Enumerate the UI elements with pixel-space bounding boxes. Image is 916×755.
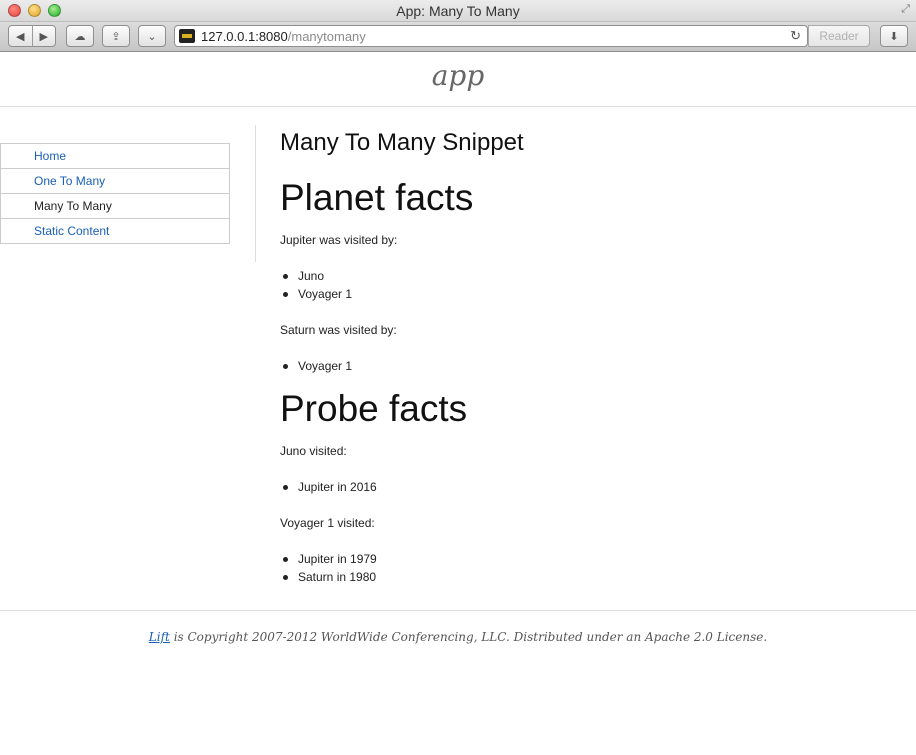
fullscreen-icon[interactable]: ⤢ [901, 3, 910, 16]
jupiter-visitors-list: Juno Voyager 1 [280, 267, 900, 303]
window-title: App: Many To Many [396, 3, 520, 19]
juno-visits-list: Jupiter in 2016 [280, 478, 900, 496]
reader-button[interactable]: Reader [808, 25, 870, 47]
browser-toolbar: ◀ ▶ ☁ ⇪ ⌄ 127.0.0.1:8080 /manytomany ↻ R… [0, 22, 916, 52]
list-item: Jupiter in 2016 [280, 478, 900, 496]
cloud-icon[interactable]: ☁ [66, 25, 94, 47]
share-icon[interactable]: ⇪ [102, 25, 130, 47]
jupiter-visited-label: Jupiter was visited by: [280, 233, 398, 247]
probe-facts-heading: Probe facts [280, 388, 468, 429]
list-item: Voyager 1 [280, 285, 900, 303]
copyright-text: is Copyright 2007-2012 WorldWide Confere… [169, 630, 768, 644]
planet-facts-heading: Planet facts [280, 177, 474, 218]
url-path: /manytomany [287, 28, 366, 44]
saturn-visited-label: Saturn was visited by: [280, 323, 397, 337]
download-icon[interactable]: ⬇ [880, 25, 908, 47]
sidebar-item-many-to-many: Many To Many [1, 194, 229, 219]
list-item: Saturn in 1980 [280, 568, 900, 586]
sidebar-nav: Home One To Many Many To Many Static Con… [0, 143, 230, 244]
sidebar-item-static-content[interactable]: Static Content [1, 219, 229, 244]
lift-link[interactable]: Lift [149, 630, 170, 644]
juno-visited-label: Juno visited: [280, 444, 347, 458]
saturn-visitors-list: Voyager 1 [280, 357, 900, 375]
reload-icon[interactable]: ↻ [790, 28, 801, 44]
pocket-icon[interactable]: ⌄ [138, 25, 166, 47]
address-bar[interactable]: 127.0.0.1:8080 /manytomany ↻ [174, 25, 808, 47]
list-item: Voyager 1 [280, 357, 900, 375]
site-logo: app [431, 59, 485, 92]
sidebar-divider [255, 125, 256, 262]
window-titlebar: App: Many To Many ⤢ [0, 0, 916, 22]
list-item: Juno [280, 267, 900, 285]
voyager-visits-list: Jupiter in 1979 Saturn in 1980 [280, 550, 900, 586]
voyager-visited-label: Voyager 1 visited: [280, 516, 375, 530]
site-header: app [0, 53, 916, 107]
back-icon[interactable]: ◀ [9, 30, 32, 43]
sidebar-item-one-to-many[interactable]: One To Many [1, 169, 229, 194]
back-forward-group: ◀ ▶ [8, 25, 56, 47]
list-item: Jupiter in 1979 [280, 550, 900, 568]
url-host: 127.0.0.1:8080 [201, 28, 288, 44]
site-footer: Lift is Copyright 2007-2012 WorldWide Co… [0, 610, 916, 644]
forward-icon[interactable]: ▶ [33, 30, 56, 43]
sidebar-item-home[interactable]: Home [1, 144, 229, 169]
main-content: Many To Many Snippet Planet facts Jupite… [280, 128, 900, 586]
page-title: Many To Many Snippet [280, 129, 524, 156]
favicon-icon [179, 29, 195, 43]
